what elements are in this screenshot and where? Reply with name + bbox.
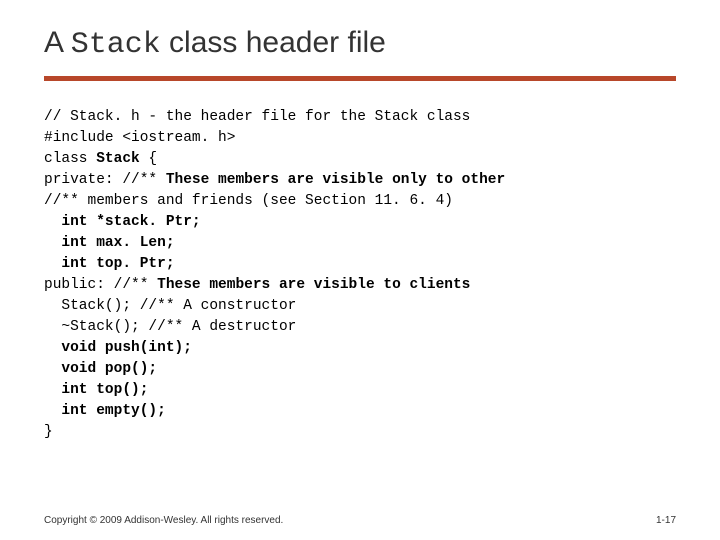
title-mono: Stack	[71, 28, 161, 62]
code-line: // Stack. h - the header file for the St…	[44, 107, 676, 128]
code-line: private: //** These members are visible …	[44, 170, 676, 191]
slide-footer: Copyright © 2009 Addison-Wesley. All rig…	[44, 515, 676, 526]
page-number: 1-17	[656, 515, 676, 526]
slide-title: A Stack class header file	[44, 26, 676, 62]
code-line: int empty();	[44, 401, 676, 422]
title-prefix: A	[44, 26, 71, 59]
code-line: void pop();	[44, 359, 676, 380]
copyright-text: Copyright © 2009 Addison-Wesley. All rig…	[44, 515, 283, 526]
code-line: //** members and friends (see Section 11…	[44, 191, 676, 212]
code-line: int top. Ptr;	[44, 254, 676, 275]
code-line: class Stack {	[44, 149, 676, 170]
code-line: int top();	[44, 380, 676, 401]
code-line: int *stack. Ptr;	[44, 212, 676, 233]
code-line: int max. Len;	[44, 233, 676, 254]
code-block: // Stack. h - the header file for the St…	[44, 107, 676, 443]
code-line: void push(int);	[44, 338, 676, 359]
title-suffix: class header file	[161, 26, 386, 59]
code-line: #include <iostream. h>	[44, 128, 676, 149]
code-line: }	[44, 422, 676, 443]
title-rule	[44, 76, 676, 81]
code-line: Stack(); //** A constructor	[44, 296, 676, 317]
code-line: public: //** These members are visible t…	[44, 275, 676, 296]
code-line: ~Stack(); //** A destructor	[44, 317, 676, 338]
